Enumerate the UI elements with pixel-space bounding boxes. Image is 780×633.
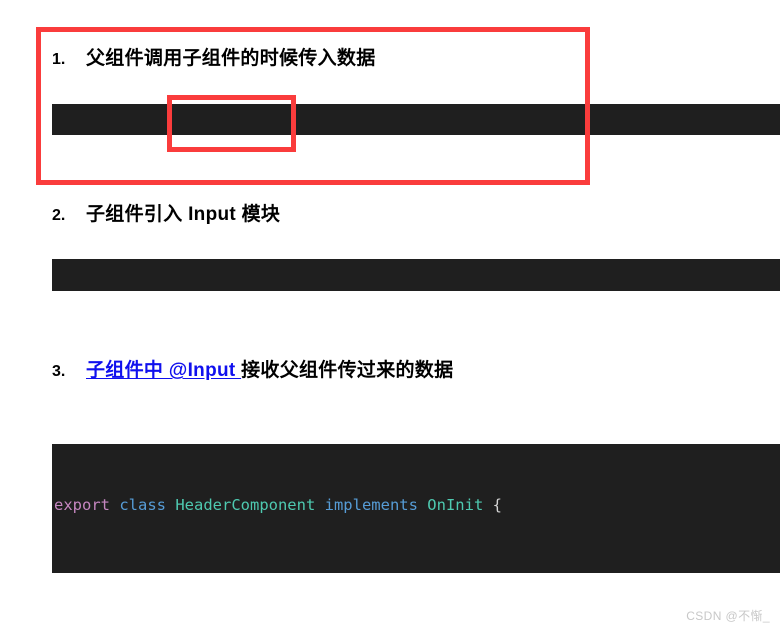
step-1-heading: 1. 父组件调用子组件的时候传入数据: [52, 43, 376, 70]
token-brace-open: {: [483, 495, 502, 514]
step-3-link[interactable]: 子组件中 @Input: [86, 360, 241, 381]
step-2-heading: 2. 子组件引入 Input 模块: [52, 199, 280, 226]
step-3-number: 3.: [52, 363, 66, 380]
step-1-text: 父组件调用子组件的时候传入数据: [86, 48, 376, 69]
code-block-import-statement: import { Component, OnInit ,Input } from…: [52, 259, 780, 291]
code-line: export class HeaderComponent implements …: [54, 494, 780, 516]
csdn-watermark: CSDN @不惭_: [686, 609, 770, 623]
step-1-number: 1.: [52, 51, 66, 68]
document-page: 1. 父组件调用子组件的时候传入数据 <app-header [msg]="ms…: [0, 0, 780, 633]
token-keyword-class: class: [110, 495, 176, 514]
code-block-component-class: export class HeaderComponent implements …: [52, 444, 780, 573]
step-3-rest: 接收父组件传过来的数据: [241, 360, 454, 381]
token-keyword-implements: implements: [315, 495, 428, 514]
token-interface-name: OnInit: [427, 495, 484, 514]
step-2-number: 2.: [52, 207, 66, 224]
token-class-name: HeaderComponent: [175, 495, 316, 514]
code-block-html-template: <app-header [msg]="msg"></app-header>: [52, 104, 780, 135]
step-3-text: 子组件中 @Input 接收父组件传过来的数据: [86, 355, 453, 382]
step-2-text: 子组件引入 Input 模块: [86, 204, 281, 225]
step-3-heading: 3. 子组件中 @Input 接收父组件传过来的数据: [52, 355, 453, 382]
token-keyword-export: export: [54, 495, 110, 514]
